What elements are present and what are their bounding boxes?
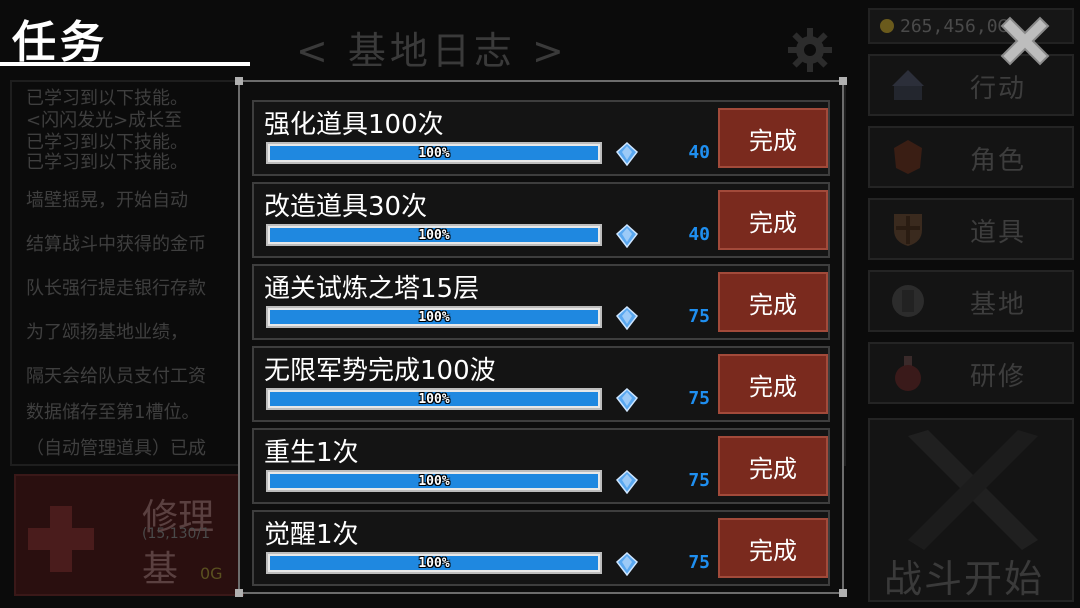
quest-reward: 75 — [688, 470, 710, 491]
repair-subtitle: (15,130/1 — [142, 526, 211, 542]
quest-progress-bar: 100% — [266, 470, 602, 492]
quest-row: 无限军势完成100波 100% 75 完成 — [252, 346, 830, 422]
quest-row: 强化道具100次 100% 40 完成 — [252, 100, 830, 176]
coin-icon — [880, 19, 894, 33]
quest-name: 觉醒1次 — [264, 520, 359, 550]
quest-name: 无限军势完成100波 — [264, 356, 496, 386]
helmet-icon — [894, 140, 922, 174]
quest-progress-bar: 100% — [266, 306, 602, 328]
quest-reward: 40 — [688, 224, 710, 245]
quest-reward: 40 — [688, 142, 710, 163]
diamond-gem-icon — [616, 388, 638, 412]
gold-amount: 265,456,0G — [900, 16, 1009, 37]
battle-start-label: 战斗开始 — [884, 557, 1045, 601]
diamond-gem-icon — [616, 552, 638, 576]
side-button-label: 基地 — [970, 290, 1027, 320]
log-line: （自动管理道具）已成 — [26, 438, 206, 459]
side-button-training: 研修 — [868, 342, 1074, 404]
quest-progress-bar: 100% — [266, 142, 602, 164]
quest-progress-text: 100% — [418, 228, 450, 243]
title-underline — [0, 62, 250, 66]
quest-name: 重生1次 — [264, 438, 359, 468]
shield-icon — [894, 214, 922, 246]
quest-progress-text: 100% — [418, 556, 450, 571]
side-button-label: 道具 — [970, 218, 1027, 248]
quest-reward: 75 — [688, 552, 710, 573]
log-line: 队长强行提走银行存款 — [26, 278, 206, 299]
log-line: 隔天会给队员支付工资 — [26, 366, 206, 387]
log-line: 墙壁摇晃，开始自动 — [26, 190, 188, 211]
diamond-gem-icon — [616, 470, 638, 494]
repair-base-button: 修理基 (15,130/1 0G — [14, 474, 244, 596]
quest-progress-text: 100% — [418, 310, 450, 325]
side-button-label: 行动 — [970, 74, 1027, 104]
quest-progress-bar: 100% — [266, 552, 602, 574]
log-line: 数据储存至第1槽位。 — [26, 402, 200, 423]
quest-row: 重生1次 100% 75 完成 — [252, 428, 830, 504]
diamond-gem-icon — [616, 306, 638, 330]
page-title: 任务 — [12, 17, 108, 68]
quest-reward: 75 — [688, 306, 710, 327]
quest-progress-text: 100% — [418, 474, 450, 489]
diamond-gem-icon — [616, 224, 638, 248]
quest-panel: 强化道具100次 100% 40 完成 改造道具30次 100% 40 完成 通… — [235, 77, 847, 597]
background-page-title: < 基地日志 > — [296, 29, 568, 73]
complete-button[interactable]: 完成 — [718, 272, 828, 332]
battle-start-button: 战斗开始 — [868, 418, 1074, 602]
quest-row: 觉醒1次 100% 75 完成 — [252, 510, 830, 586]
crossed-swords-icon — [908, 430, 1038, 550]
quest-name: 改造道具30次 — [264, 192, 428, 222]
quest-reward: 75 — [688, 388, 710, 409]
log-line: 结算战斗中获得的金币 — [26, 234, 206, 255]
complete-button[interactable]: 完成 — [718, 190, 828, 250]
quest-name: 强化道具100次 — [264, 110, 444, 140]
gear-icon — [788, 28, 832, 72]
log-line: 已学习到以下技能。 — [26, 152, 188, 173]
quest-row: 改造道具30次 100% 40 完成 — [252, 182, 830, 258]
side-button-base: 基地 — [868, 270, 1074, 332]
side-button-character: 角色 — [868, 126, 1074, 188]
side-button-items: 道具 — [868, 198, 1074, 260]
camp-icon — [892, 70, 924, 100]
side-button-label: 研修 — [970, 362, 1027, 392]
quest-progress-bar: 100% — [266, 224, 602, 246]
complete-button[interactable]: 完成 — [718, 354, 828, 414]
close-icon[interactable] — [996, 12, 1054, 70]
quest-progress-bar: 100% — [266, 388, 602, 410]
base-icon — [892, 285, 924, 317]
side-button-label: 角色 — [970, 146, 1027, 176]
repair-cost: 0G — [200, 564, 223, 583]
quest-progress-text: 100% — [418, 392, 450, 407]
diamond-gem-icon — [616, 142, 638, 166]
log-line: 为了颂扬基地业绩， — [26, 322, 188, 343]
complete-button[interactable]: 完成 — [718, 436, 828, 496]
potion-icon — [895, 356, 921, 391]
quest-row: 通关试炼之塔15层 100% 75 完成 — [252, 264, 830, 340]
complete-button[interactable]: 完成 — [718, 518, 828, 578]
quest-name: 通关试炼之塔15层 — [264, 274, 480, 304]
quest-progress-text: 100% — [418, 146, 450, 161]
complete-button[interactable]: 完成 — [718, 108, 828, 168]
